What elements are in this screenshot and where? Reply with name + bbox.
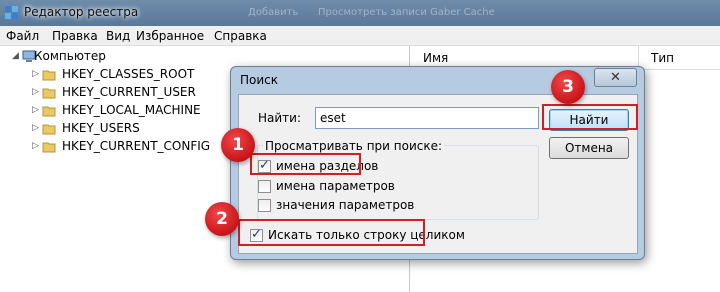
menu-help[interactable]: Справка — [214, 29, 267, 43]
folder-icon — [42, 106, 56, 117]
folder-icon — [42, 124, 56, 135]
ghost-toolbar-item: Просмотреть записи — [318, 7, 427, 18]
folder-icon — [42, 70, 56, 81]
find-input-value: eset — [320, 111, 346, 125]
expand-arrow-icon[interactable]: ▷ — [32, 87, 39, 97]
menu-edit[interactable]: Правка — [52, 29, 98, 43]
dialog-close-button[interactable]: ✕ — [594, 68, 637, 87]
find-input[interactable]: eset — [315, 107, 539, 129]
expand-arrow-icon[interactable]: ▷ — [32, 141, 39, 151]
ghost-toolbar-item: Gaber Cache — [430, 7, 495, 18]
step-badge-2: 2 — [205, 202, 239, 236]
window-titlebar: Редактор реестра Добавить Просмотреть за… — [0, 0, 720, 26]
expand-arrow-icon[interactable]: ▷ — [32, 105, 39, 115]
menu-view[interactable]: Вид — [106, 29, 130, 43]
value-names-checkbox[interactable] — [258, 180, 271, 193]
expand-arrow-icon[interactable]: ◢ — [12, 51, 19, 61]
cancel-button[interactable]: Отмена — [549, 137, 629, 159]
folder-icon — [42, 142, 56, 153]
highlight-key-names — [250, 153, 361, 175]
tree-root-label: Компьютер — [34, 49, 106, 63]
highlight-whole-string — [238, 219, 425, 246]
column-header-label: Имя — [423, 51, 449, 65]
highlight-find-next — [542, 104, 638, 130]
tree-item-label: HKEY_CURRENT_CONFIG — [62, 139, 211, 153]
expand-arrow-icon[interactable]: ▷ — [32, 69, 39, 79]
registry-editor-icon — [5, 6, 18, 19]
step-badge-3: 3 — [551, 70, 585, 104]
ghost-toolbar-item: Добавить — [248, 7, 299, 18]
find-label: Найти: — [258, 111, 302, 125]
search-scope-title: Просматривать при поиске: — [263, 139, 445, 153]
expand-arrow-icon[interactable]: ▷ — [32, 123, 39, 133]
menu-favorites[interactable]: Избранное — [136, 29, 204, 43]
step-badge-1: 1 — [221, 128, 255, 162]
tree-item-label: HKEY_LOCAL_MACHINE — [62, 103, 201, 117]
menu-file[interactable]: Файл — [6, 29, 39, 43]
option-label: значения параметров — [276, 198, 415, 212]
tree-item-label: HKEY_CLASSES_ROOT — [62, 67, 195, 81]
dialog-title: Поиск — [240, 73, 279, 87]
tree-item-label: HKEY_USERS — [62, 121, 140, 135]
column-header-label: Тип — [651, 51, 674, 65]
option-label: имена параметров — [276, 179, 395, 193]
window-title: Редактор реестра — [24, 5, 139, 19]
menu-bar: Файл Правка Вид Избранное Справка — [0, 26, 720, 46]
tree-item-label: HKEY_CURRENT_USER — [62, 85, 196, 99]
data-checkbox[interactable] — [258, 199, 271, 212]
column-header-type[interactable]: Тип — [639, 46, 720, 70]
folder-icon — [42, 88, 56, 99]
